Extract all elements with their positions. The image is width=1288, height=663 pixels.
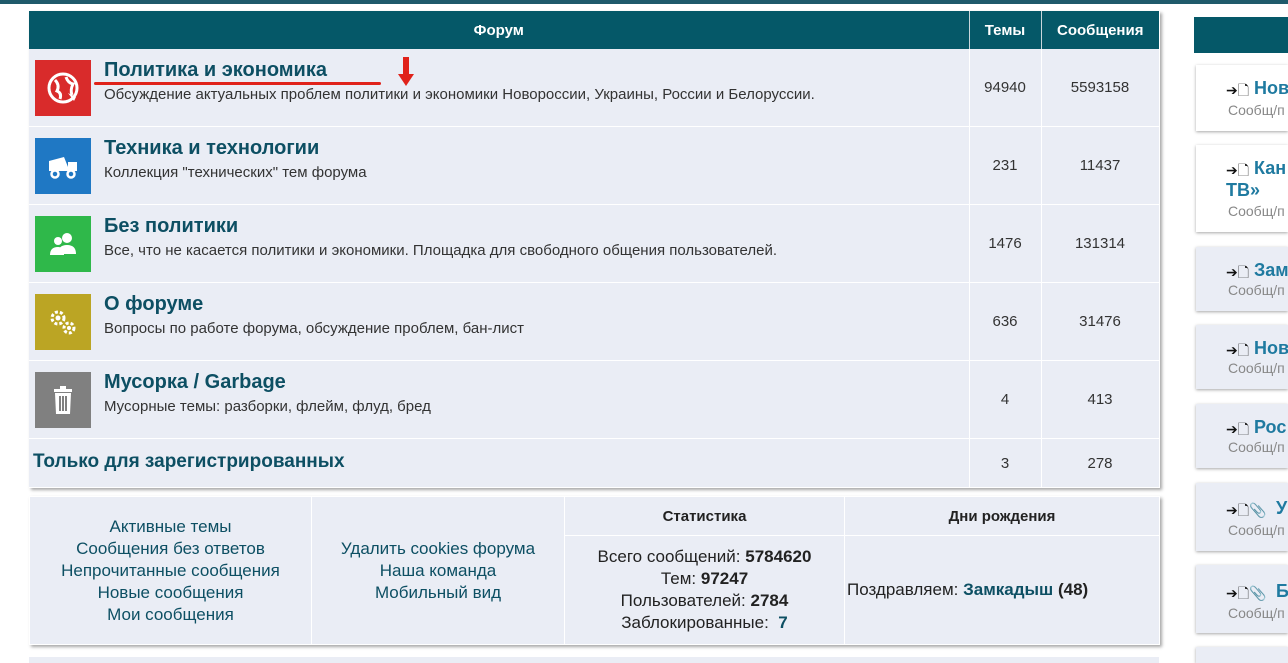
globe-icon[interactable]: [35, 60, 91, 116]
stats-table: Активные темы Сообщения без ответов Непр…: [29, 496, 1160, 645]
header-topics: Темы: [969, 11, 1042, 49]
gears-icon[interactable]: [35, 294, 91, 350]
sidebar-topic-card[interactable]: ➔🗋📎 У Сообщ/п: [1196, 483, 1288, 551]
top-bar: [0, 0, 1288, 4]
link-unanswered[interactable]: Сообщения без ответов: [30, 538, 311, 560]
annotation-arrow-icon: [398, 57, 414, 86]
sidebar-topic-title[interactable]: Кан: [1254, 158, 1286, 179]
forum-description: Обсуждение актуальных проблем политики и…: [104, 86, 815, 103]
posts-count: 131314: [1041, 204, 1160, 283]
birthdays-header: Дни рождения: [844, 496, 1160, 536]
next-section-strip: [29, 657, 1159, 663]
header-posts: Сообщения: [1041, 11, 1159, 49]
link-my-posts[interactable]: Мои сообщения: [30, 604, 311, 626]
sidebar-topic-sub: Сообщ/п: [1228, 102, 1285, 118]
forum-description: Вопросы по работе форума, обсуждение про…: [104, 320, 524, 337]
topics-count: 3: [969, 438, 1042, 488]
forum-row: Техника и технологии Коллекция "техничес…: [29, 126, 1160, 205]
forum-table-header: Форум Темы Сообщения: [29, 11, 1159, 49]
link-new-posts[interactable]: Новые сообщения: [30, 582, 311, 604]
dump-truck-icon[interactable]: [35, 138, 91, 194]
sidebar-topic-card[interactable]: ➔🗋 Нов Сообщ/п: [1196, 65, 1288, 131]
banned-link[interactable]: 7: [778, 613, 787, 632]
forum-row: Без политики Все, что не касается полити…: [29, 204, 1160, 283]
stat-label: Пользователей:: [620, 591, 746, 610]
link-active-topics[interactable]: Активные темы: [30, 516, 311, 538]
trash-icon[interactable]: [35, 372, 91, 428]
forum-row: Политика и экономика Обсуждение актуальн…: [29, 49, 1160, 127]
sidebar-topic-card[interactable]: ➔🗋 Кан ТВ» Сообщ/п: [1196, 145, 1288, 232]
forum-link-politics[interactable]: Политика и экономика: [104, 59, 327, 82]
birthday-age: (48): [1057, 580, 1089, 599]
forum-row: О форуме Вопросы по работе форума, обсуж…: [29, 282, 1160, 361]
birthday-user-link[interactable]: Замкадыш: [963, 580, 1053, 599]
topics-count: 231: [969, 126, 1042, 205]
stat-label: Всего сообщений:: [597, 547, 741, 566]
stat-value: 97247: [700, 569, 749, 588]
link-unread[interactable]: Непрочитанные сообщения: [30, 560, 311, 582]
sidebar-topic-title[interactable]: Рос: [1254, 417, 1286, 438]
users-icon[interactable]: [35, 216, 91, 272]
forum-link-registered-only[interactable]: Только для зарегистрированных: [33, 451, 345, 473]
forum-link-technology[interactable]: Техника и технологии: [104, 137, 319, 160]
sidebar-topic-sub: Сообщ/п: [1228, 605, 1285, 621]
birthdays-body: Поздравляем: Замкадыш (48): [844, 535, 1160, 645]
sidebar-topic-title[interactable]: У: [1276, 498, 1287, 519]
statistics-header: Статистика: [564, 496, 845, 536]
stat-value: 2784: [750, 591, 789, 610]
sidebar-topic-title[interactable]: Зам: [1254, 260, 1288, 281]
sidebar-topic-title[interactable]: Нов: [1254, 78, 1288, 99]
sidebar-topic-card[interactable]: ➔🗋 Рос Сообщ/п: [1196, 404, 1288, 468]
forum-link-garbage[interactable]: Мусорка / Garbage: [104, 371, 286, 394]
sidebar-topic-sub: Сообщ/п: [1228, 522, 1285, 538]
sidebar-topic-title[interactable]: Б: [1276, 581, 1288, 602]
topics-count: 4: [969, 360, 1042, 439]
attachment-icon: ➔🗋📎: [1226, 585, 1267, 601]
topics-count: 94940: [969, 49, 1042, 127]
forum-description: Коллекция "технических" тем форума: [104, 164, 367, 181]
quick-links-col2: Удалить cookies форума Наша команда Моби…: [311, 496, 565, 645]
attachment-icon: ➔🗋📎: [1226, 502, 1267, 518]
forum-row-registered: Только для зарегистрированных 3 278: [29, 438, 1160, 488]
header-forum: Форум: [29, 11, 970, 49]
stat-label: Тем:: [660, 569, 697, 588]
topics-count: 636: [969, 282, 1042, 361]
new-post-icon: ➔🗋: [1226, 82, 1249, 98]
forum-row: Мусорка / Garbage Мусорные темы: разборк…: [29, 360, 1160, 439]
statistics-body: Всего сообщений: 5784620 Тем: 97247 Поль…: [564, 535, 845, 645]
posts-count: 5593158: [1041, 49, 1160, 127]
stat-value: 5784620: [745, 547, 812, 566]
posts-count: 31476: [1041, 282, 1160, 361]
posts-count: 413: [1041, 360, 1160, 439]
forum-link-about-forum[interactable]: О форуме: [104, 293, 203, 316]
topics-count: 1476: [969, 204, 1042, 283]
sidebar-topic-card[interactable]: ➔🗋 Зам Сообщ/п: [1196, 247, 1288, 311]
sidebar-topic-card[interactable]: [1196, 647, 1288, 663]
sidebar-topic-title[interactable]: Нов: [1254, 338, 1288, 359]
link-mobile-view[interactable]: Мобильный вид: [312, 582, 564, 604]
sidebar-topic-sub: Сообщ/п: [1228, 439, 1285, 455]
forum-description: Мусорные темы: разборки, флейм, флуд, бр…: [104, 398, 431, 415]
posts-count: 11437: [1041, 126, 1160, 205]
forum-link-no-politics[interactable]: Без политики: [104, 215, 238, 238]
sidebar-topic-sub: Сообщ/п: [1228, 282, 1285, 298]
link-our-team[interactable]: Наша команда: [312, 560, 564, 582]
sidebar-header: [1194, 17, 1288, 53]
sidebar-topic-card[interactable]: ➔🗋📎 Б Сообщ/п: [1196, 565, 1288, 633]
link-delete-cookies[interactable]: Удалить cookies форума: [312, 538, 564, 560]
sidebar-topic-sub: Сообщ/п: [1228, 203, 1285, 219]
stat-label: Заблокированные:: [621, 613, 769, 632]
birthday-text: Поздравляем:: [847, 580, 959, 599]
posts-count: 278: [1041, 438, 1160, 488]
sidebar-topic-card[interactable]: ➔🗋 Нов Сообщ/п: [1196, 325, 1288, 389]
sidebar-topic-sub: Сообщ/п: [1228, 360, 1285, 376]
quick-links-col1: Активные темы Сообщения без ответов Непр…: [29, 496, 312, 645]
forum-description: Все, что не касается политики и экономик…: [104, 242, 778, 259]
sidebar-topic-title-2[interactable]: ТВ»: [1226, 180, 1260, 201]
annotation-underline: [94, 82, 381, 85]
